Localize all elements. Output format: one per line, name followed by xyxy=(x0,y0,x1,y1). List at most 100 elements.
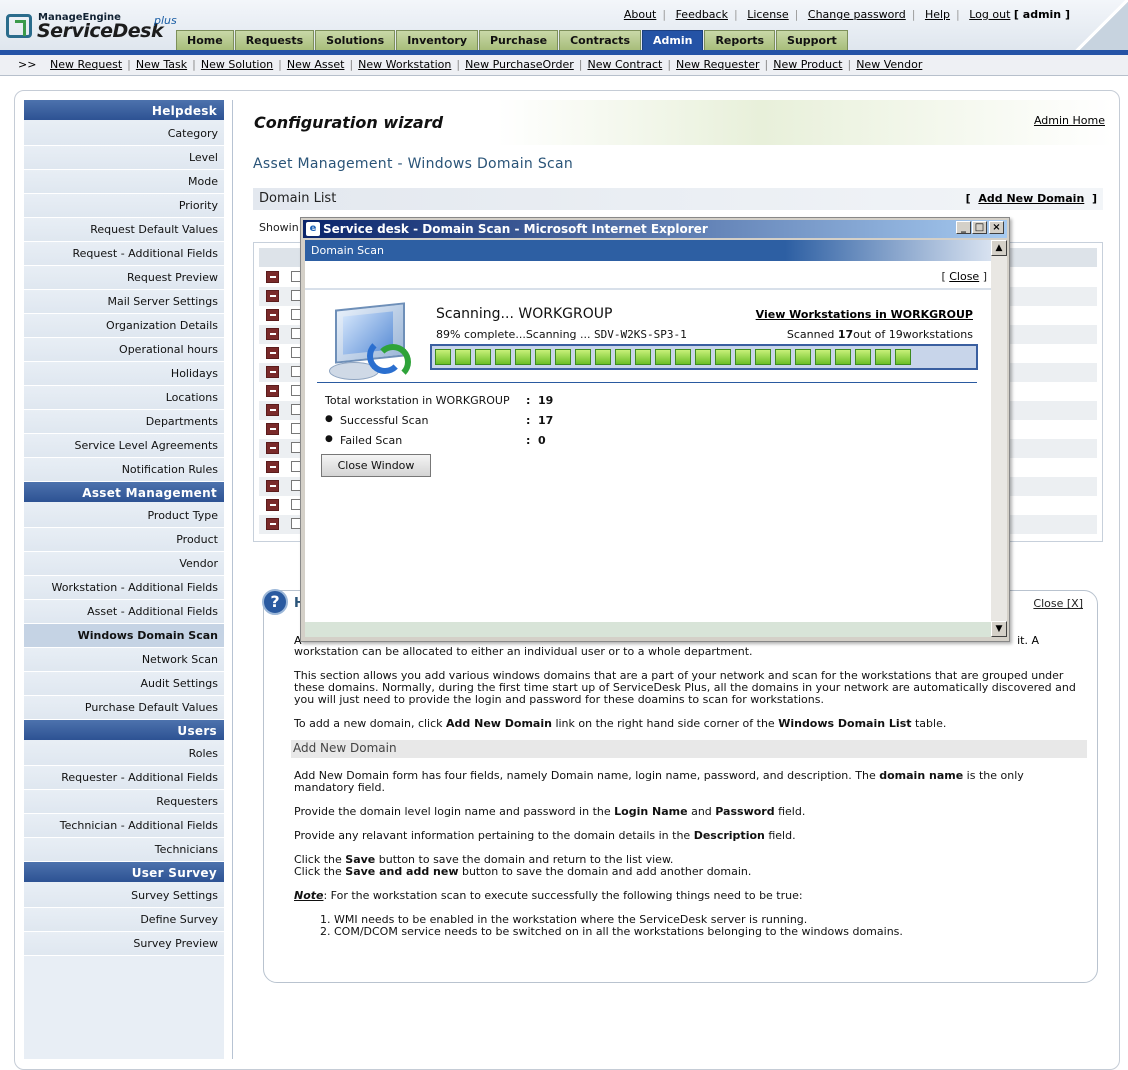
popup-titlebar[interactable]: e Service desk - Domain Scan - Microsoft… xyxy=(303,220,1007,238)
quick-link-new-solution[interactable]: New Solution xyxy=(201,58,273,71)
tab-home[interactable]: Home xyxy=(176,30,234,50)
stat-colon: : xyxy=(526,434,531,447)
admin-home-link[interactable]: Admin Home xyxy=(1034,114,1105,127)
quick-link-new-workstation[interactable]: New Workstation xyxy=(358,58,451,71)
popup-close-link[interactable]: Close xyxy=(949,270,979,283)
about-link[interactable]: About xyxy=(624,8,657,21)
license-link[interactable]: License xyxy=(747,8,788,21)
sidebar-item-service-level-agreements[interactable]: Service Level Agreements xyxy=(24,434,224,458)
quick-link-new-contract[interactable]: New Contract xyxy=(588,58,663,71)
sidebar-item-roles[interactable]: Roles xyxy=(24,742,224,766)
help-paragraph: Provide the domain level login name and … xyxy=(294,805,806,818)
tab-reports[interactable]: Reports xyxy=(704,30,776,50)
tab-contracts[interactable]: Contracts xyxy=(559,30,641,50)
sidebar-item-operational-hours[interactable]: Operational hours xyxy=(24,338,224,362)
close-window-button[interactable]: Close Window xyxy=(321,454,431,477)
quick-link-new-request[interactable]: New Request xyxy=(50,58,122,71)
sidebar-item-mail-server-settings[interactable]: Mail Server Settings xyxy=(24,290,224,314)
delete-icon[interactable] xyxy=(266,404,279,416)
current-user: [ admin ] xyxy=(1013,8,1070,21)
sidebar-item-notification-rules[interactable]: Notification Rules xyxy=(24,458,224,482)
sidebar-item-holidays[interactable]: Holidays xyxy=(24,362,224,386)
bracket-close: ] xyxy=(1091,192,1097,205)
progress-segment xyxy=(735,349,751,365)
computer-scan-icon xyxy=(327,302,423,384)
sidebar-item-purchase-default-values[interactable]: Purchase Default Values xyxy=(24,696,224,720)
sidebar-item-survey-preview[interactable]: Survey Preview xyxy=(24,932,224,956)
tab-purchase[interactable]: Purchase xyxy=(478,30,559,50)
delete-icon[interactable] xyxy=(266,423,279,435)
quick-link-new-purchaseorder[interactable]: New PurchaseOrder xyxy=(465,58,574,71)
sidebar-item-technicians[interactable]: Technicians xyxy=(24,838,224,862)
sidebar-item-survey-settings[interactable]: Survey Settings xyxy=(24,884,224,908)
popup-scrollbar[interactable]: ▲ ▼ xyxy=(991,240,1007,637)
scroll-up-button[interactable]: ▲ xyxy=(991,240,1007,256)
sidebar-item-product-type[interactable]: Product Type xyxy=(24,504,224,528)
delete-icon[interactable] xyxy=(266,461,279,473)
tab-requests[interactable]: Requests xyxy=(234,30,315,50)
window-close-button[interactable]: × xyxy=(989,221,1004,234)
help-paragraph: Click the Save button to save the domain… xyxy=(294,853,752,878)
add-new-domain-container: [ Add New Domain ] xyxy=(966,192,1097,205)
progress-segment xyxy=(875,349,891,365)
scanning-host: SDV-W2KS-SP3-1 xyxy=(594,328,687,341)
delete-icon[interactable] xyxy=(266,518,279,530)
delete-icon[interactable] xyxy=(266,328,279,340)
sidebar-item-asset-additional-fields[interactable]: Asset - Additional Fields xyxy=(24,600,224,624)
delete-icon[interactable] xyxy=(266,499,279,511)
progress-segment xyxy=(675,349,691,365)
delete-icon[interactable] xyxy=(266,480,279,492)
quick-link-new-requester[interactable]: New Requester xyxy=(676,58,759,71)
progress-segment xyxy=(595,349,611,365)
feedback-link[interactable]: Feedback xyxy=(676,8,728,21)
sidebar-item-define-survey[interactable]: Define Survey xyxy=(24,908,224,932)
scroll-down-button[interactable]: ▼ xyxy=(991,621,1007,637)
sidebar-item-request-preview[interactable]: Request Preview xyxy=(24,266,224,290)
maximize-button[interactable]: □ xyxy=(972,221,987,234)
sidebar-item-product[interactable]: Product xyxy=(24,528,224,552)
help-close-link[interactable]: Close [X] xyxy=(1033,597,1083,610)
help-link[interactable]: Help xyxy=(925,8,950,21)
sidebar-item-audit-settings[interactable]: Audit Settings xyxy=(24,672,224,696)
sidebar-item-requesters[interactable]: Requesters xyxy=(24,790,224,814)
sidebar-item-technician-additional-fields[interactable]: Technician - Additional Fields xyxy=(24,814,224,838)
sidebar-item-locations[interactable]: Locations xyxy=(24,386,224,410)
minimize-button[interactable]: _ xyxy=(956,221,971,234)
tab-solutions[interactable]: Solutions xyxy=(315,30,396,50)
sidebar-item-organization-details[interactable]: Organization Details xyxy=(24,314,224,338)
progress-segment xyxy=(715,349,731,365)
tab-admin[interactable]: Admin xyxy=(642,30,704,50)
delete-icon[interactable] xyxy=(266,385,279,397)
sidebar-item-mode[interactable]: Mode xyxy=(24,170,224,194)
change-password-link[interactable]: Change password xyxy=(808,8,906,21)
quick-link-new-vendor[interactable]: New Vendor xyxy=(856,58,922,71)
quick-link-new-task[interactable]: New Task xyxy=(136,58,187,71)
scanned-count-text: Scanned 17out of 19workstations xyxy=(786,328,973,341)
sidebar-item-request-default-values[interactable]: Request Default Values xyxy=(24,218,224,242)
quick-link-new-asset[interactable]: New Asset xyxy=(287,58,345,71)
sidebar-item-level[interactable]: Level xyxy=(24,146,224,170)
sidebar-item-priority[interactable]: Priority xyxy=(24,194,224,218)
view-workstations-link[interactable]: View Workstations in WORKGROUP xyxy=(756,308,973,321)
delete-icon[interactable] xyxy=(266,347,279,359)
delete-icon[interactable] xyxy=(266,309,279,321)
help-paragraph: This section allows you add various wind… xyxy=(294,669,1076,706)
sidebar-item-requester-additional-fields[interactable]: Requester - Additional Fields xyxy=(24,766,224,790)
sidebar-item-windows-domain-scan[interactable]: Windows Domain Scan xyxy=(24,624,224,648)
delete-icon[interactable] xyxy=(266,442,279,454)
sidebar-item-category[interactable]: Category xyxy=(24,122,224,146)
delete-icon[interactable] xyxy=(266,271,279,283)
delete-icon[interactable] xyxy=(266,366,279,378)
tab-support[interactable]: Support xyxy=(776,30,848,50)
sidebar-item-request-additional-fields[interactable]: Request - Additional Fields xyxy=(24,242,224,266)
delete-icon[interactable] xyxy=(266,290,279,302)
quick-link-new-product[interactable]: New Product xyxy=(773,58,842,71)
tab-inventory[interactable]: Inventory xyxy=(396,30,478,50)
sidebar-item-vendor[interactable]: Vendor xyxy=(24,552,224,576)
sidebar-item-departments[interactable]: Departments xyxy=(24,410,224,434)
domain-list-title: Domain List xyxy=(259,191,337,206)
logout-link[interactable]: Log out xyxy=(969,8,1010,21)
add-new-domain-link[interactable]: Add New Domain xyxy=(978,192,1084,205)
sidebar-item-network-scan[interactable]: Network Scan xyxy=(24,648,224,672)
sidebar-item-workstation-additional-fields[interactable]: Workstation - Additional Fields xyxy=(24,576,224,600)
